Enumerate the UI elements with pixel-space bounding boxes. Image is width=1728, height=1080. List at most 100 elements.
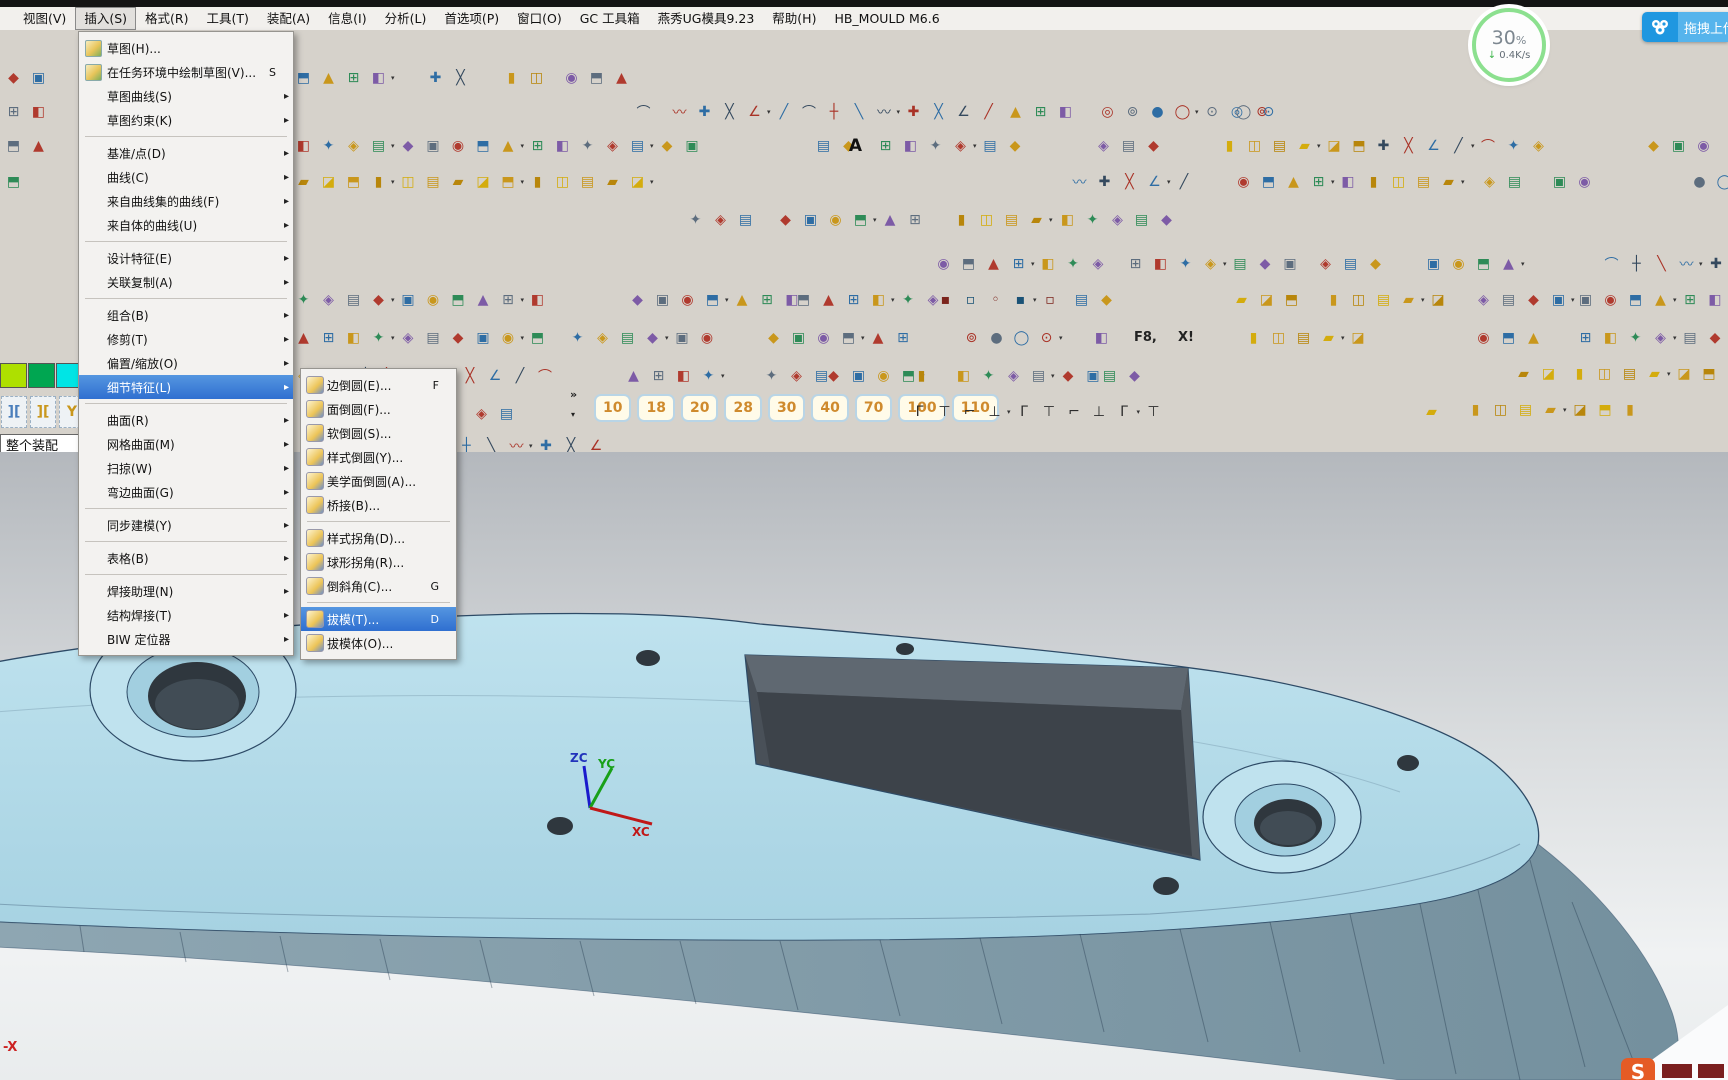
- toolbar-icon[interactable]: ▤: [1372, 288, 1395, 312]
- toolbar-icon[interactable]: ◧: [899, 134, 922, 158]
- menubar-item[interactable]: 首选项(P): [435, 7, 508, 30]
- toolbar-icon[interactable]: ◎: [1096, 100, 1119, 124]
- toolbar-icon[interactable]: ●: [985, 326, 1008, 350]
- spacing-value-button[interactable]: 10: [594, 394, 631, 422]
- toolbar-icon[interactable]: ⬒: [1624, 288, 1647, 312]
- toolbar-icon[interactable]: ⬒: [1280, 288, 1303, 312]
- toolbar-icon[interactable]: ▤: [1098, 364, 1121, 388]
- toolbar-icon[interactable]: ⬒: [1698, 362, 1721, 386]
- toolbar-icon[interactable]: ⬒: [585, 66, 608, 90]
- toolbar-icon[interactable]: ✚: [424, 66, 447, 90]
- menubar-item[interactable]: 窗口(O): [508, 7, 571, 30]
- toolbar-icon[interactable]: ◫: [1347, 288, 1370, 312]
- toolbar-icon[interactable]: ✦: [1502, 134, 1525, 158]
- dropdown-arrow-icon[interactable]: ▾: [1673, 296, 1677, 304]
- toolbar-icon[interactable]: ◉: [696, 326, 719, 350]
- spacing-value-button[interactable]: 20: [681, 394, 718, 422]
- toolbar-x-button[interactable]: X!: [1178, 330, 1194, 345]
- menu-item[interactable]: 在任务环境中绘制草图(V)...S: [79, 60, 293, 84]
- toolbar-icon[interactable]: ⊥: [983, 400, 1006, 424]
- dropdown-arrow-icon[interactable]: ▾: [1563, 406, 1567, 414]
- toolbar-icon[interactable]: ◆: [1057, 364, 1080, 388]
- menu-item[interactable]: 焊接助理(N)▸: [79, 579, 293, 603]
- toolbar-overflow-chevron[interactable]: »: [570, 388, 577, 401]
- toolbar-icon[interactable]: ∠: [484, 364, 507, 388]
- toolbar-icon[interactable]: ▲: [1649, 288, 1672, 312]
- toolbar-icon[interactable]: ⊞: [874, 134, 897, 158]
- menu-item[interactable]: 草图约束(K)▸: [79, 108, 293, 132]
- menu-item[interactable]: 软倒圆(S)...: [301, 421, 456, 445]
- toolbar-icon[interactable]: ⌒: [798, 100, 821, 124]
- toolbar-icon[interactable]: ⊞: [1029, 100, 1052, 124]
- menu-item[interactable]: 面倒圆(F)...: [301, 397, 456, 421]
- toolbar-icon[interactable]: ◧: [367, 66, 390, 90]
- menubar-item[interactable]: GC 工具箱: [571, 7, 649, 30]
- toolbar-icon[interactable]: ◪: [1569, 398, 1592, 422]
- toolbar-icon[interactable]: ✦: [924, 134, 947, 158]
- toolbar-icon[interactable]: ▤: [422, 170, 445, 194]
- toolbar-icon[interactable]: ▮: [910, 364, 933, 388]
- dropdown-arrow-icon[interactable]: ▾: [1167, 178, 1171, 186]
- toolbar-icon[interactable]: ◈: [317, 288, 340, 312]
- toolbar-icon[interactable]: ◈: [1478, 170, 1501, 194]
- toolbar-icon[interactable]: 〰: [1068, 170, 1091, 194]
- toolbar-icon[interactable]: ◫: [975, 208, 998, 232]
- toolbar-icon[interactable]: ▣: [787, 326, 810, 350]
- toolbar-icon[interactable]: ⬒: [1497, 326, 1520, 350]
- bracket-tool-icon[interactable]: ][: [1, 396, 27, 428]
- toolbar-icon[interactable]: ⬒: [792, 288, 815, 312]
- toolbar-icon[interactable]: ✦: [760, 364, 783, 388]
- toolbar-icon[interactable]: ◫: [525, 66, 548, 90]
- toolbar-icon[interactable]: ⬒: [472, 134, 495, 158]
- toolbar-icon[interactable]: ◧: [551, 134, 574, 158]
- toolbar-icon[interactable]: ◧: [1337, 170, 1360, 194]
- dropdown-arrow-icon[interactable]: ▾: [650, 142, 654, 150]
- dropdown-arrow-icon[interactable]: ▾: [391, 142, 395, 150]
- dropdown-arrow-icon[interactable]: ▾: [521, 178, 525, 186]
- toolbar-icon[interactable]: ▣: [1422, 252, 1445, 276]
- toolbar-icon[interactable]: ▤: [1497, 288, 1520, 312]
- dropdown-arrow-icon[interactable]: ▾: [873, 216, 877, 224]
- toolbar-icon[interactable]: ⌐: [1063, 400, 1086, 424]
- toolbar-icon[interactable]: ◈: [397, 326, 420, 350]
- toolbar-icon[interactable]: 〰: [1675, 252, 1698, 276]
- toolbar-icon[interactable]: ▤: [812, 134, 835, 158]
- toolbar-icon[interactable]: ◉: [497, 326, 520, 350]
- toolbar-icon[interactable]: ⬒: [837, 326, 860, 350]
- toolbar-icon[interactable]: ▫: [1039, 288, 1062, 312]
- toolbar-icon[interactable]: ▪: [934, 288, 957, 312]
- toolbar-icon[interactable]: ⬒: [342, 170, 365, 194]
- toolbar-icon[interactable]: ╱: [509, 364, 532, 388]
- toolbar-icon[interactable]: ⌒: [534, 364, 557, 388]
- toolbar-icon[interactable]: ◪: [472, 170, 495, 194]
- toolbar-icon[interactable]: ▤: [1000, 208, 1023, 232]
- toolbar-icon[interactable]: ⊞: [1679, 288, 1702, 312]
- toolbar-icon[interactable]: ▲: [867, 326, 890, 350]
- toolbar-icon[interactable]: ◯: [1232, 100, 1255, 124]
- toolbar-icon[interactable]: ◆: [1364, 252, 1387, 276]
- toolbar-icon[interactable]: Γ: [908, 400, 931, 424]
- dropdown-arrow-icon[interactable]: ▾: [1461, 178, 1465, 186]
- menu-item[interactable]: 网格曲面(M)▸: [79, 432, 293, 456]
- toolbar-icon[interactable]: ╳: [1118, 170, 1141, 194]
- dropdown-arrow-icon[interactable]: ▾: [1673, 334, 1677, 342]
- toolbar-icon[interactable]: ◆: [2, 66, 25, 90]
- toolbar-icon[interactable]: ▲: [1004, 100, 1027, 124]
- toolbar-icon[interactable]: ◆: [774, 208, 797, 232]
- toolbar-icon[interactable]: ▲: [1522, 326, 1545, 350]
- toolbar-icon[interactable]: ╳: [459, 364, 482, 388]
- toolbar-icon[interactable]: ▤: [1339, 252, 1362, 276]
- toolbar-icon[interactable]: ◯: [1010, 326, 1033, 350]
- toolbar-icon[interactable]: ▤: [626, 134, 649, 158]
- dropdown-arrow-icon[interactable]: ▾: [1049, 216, 1053, 224]
- toolbar-icon[interactable]: ▤: [1070, 288, 1093, 312]
- toolbar-icon[interactable]: ◈: [1106, 208, 1129, 232]
- toolbar-icon[interactable]: ▮: [950, 208, 973, 232]
- toolbar-icon[interactable]: ◧: [292, 134, 315, 158]
- toolbar-icon[interactable]: 〰: [668, 100, 691, 124]
- menu-item[interactable]: 样式拐角(D)...: [301, 526, 456, 550]
- toolbar-icon[interactable]: ◪: [1673, 362, 1696, 386]
- toolbar-icon[interactable]: ⬒: [1348, 134, 1371, 158]
- toolbar-icon[interactable]: ◧: [1090, 326, 1113, 350]
- toolbar-icon[interactable]: ⊚: [960, 326, 983, 350]
